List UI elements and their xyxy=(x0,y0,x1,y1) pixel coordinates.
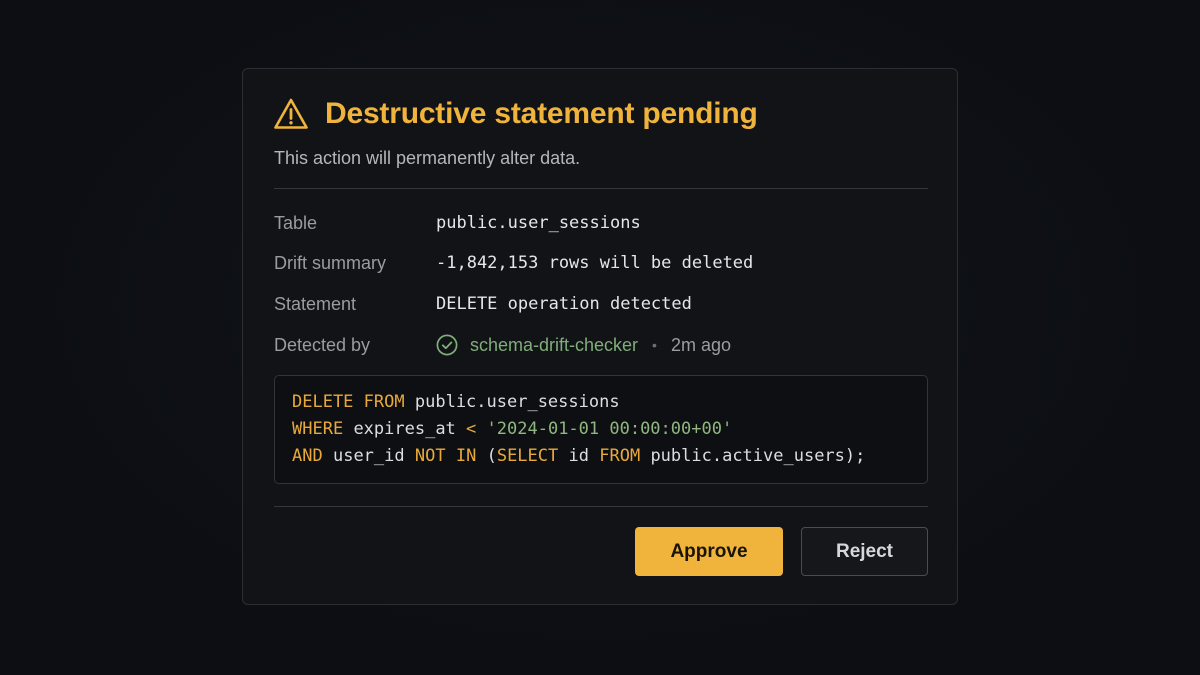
detail-value-drift-summary: -1,842,153 rows will be deleted xyxy=(436,253,754,273)
sql-keyword: WHERE xyxy=(292,419,344,439)
sql-line-2: WHERE expires_at < '2024-01-01 00:00:00+… xyxy=(292,416,910,443)
detail-label: Table xyxy=(274,212,318,233)
sql-keyword: NOT xyxy=(414,446,446,466)
sql-keyword: IN xyxy=(455,446,477,466)
sql-identifier: user_id xyxy=(332,446,405,466)
sql-identifier: public.user_sessions xyxy=(414,392,620,412)
sql-keyword: SELECT xyxy=(496,446,559,466)
dialog-subtitle: This action will permanently alter data. xyxy=(274,148,581,168)
check-circle-icon xyxy=(436,334,458,356)
detail-value-statement: DELETE operation detected xyxy=(436,294,692,314)
detail-row-statement: Statement DELETE operation detected xyxy=(274,292,692,316)
sql-line-3: AND user_id NOT IN (SELECT id FROM publi… xyxy=(292,443,910,470)
checker-name: schema-drift-checker xyxy=(470,334,639,355)
warning-triangle-icon xyxy=(274,98,308,129)
dialog-header: Destructive statement pending xyxy=(273,97,758,131)
sql-code-block: DELETE FROM public.user_sessions WHERE ex… xyxy=(274,375,928,484)
detail-row-drift-summary: Drift summary -1,842,153 rows will be de… xyxy=(274,251,753,275)
sql-operator: < xyxy=(466,419,477,439)
detail-value-table: public.user_sessions xyxy=(436,213,641,233)
header-divider xyxy=(274,188,928,189)
sql-paren: ( xyxy=(486,446,497,466)
destructive-statement-dialog: Destructive statement pending This actio… xyxy=(242,68,958,605)
footer-divider xyxy=(274,506,928,507)
detected-time-ago: 2m ago xyxy=(670,334,731,355)
dialog-title: Destructive statement pending xyxy=(325,97,758,130)
backdrop: Destructive statement pending This actio… xyxy=(0,0,1200,675)
detected-by-value: schema-drift-checker • 2m ago xyxy=(436,334,731,356)
sql-keyword: DELETE xyxy=(292,392,354,412)
sql-line-1: DELETE FROM public.user_sessions xyxy=(292,389,910,416)
sql-identifier: public.active_users); xyxy=(650,446,866,466)
detail-row-table: Table public.user_sessions xyxy=(274,211,641,235)
sql-identifier: expires_at xyxy=(353,419,456,439)
detail-label: Drift summary xyxy=(274,252,386,273)
sql-string-literal: '2024-01-01 00:00:00+00' xyxy=(486,419,733,439)
detail-label: Statement xyxy=(274,293,357,314)
sql-keyword: AND xyxy=(292,446,323,466)
detail-row-detected-by: Detected by schema-drift-checker • 2m ag… xyxy=(274,333,731,357)
sql-keyword: FROM xyxy=(363,392,405,412)
detail-label: Detected by xyxy=(274,334,371,355)
reject-button[interactable]: Reject xyxy=(801,527,928,576)
separator-dot: • xyxy=(652,337,657,353)
sql-keyword: FROM xyxy=(599,446,641,466)
sql-identifier: id xyxy=(568,446,589,466)
approve-button[interactable]: Approve xyxy=(635,527,783,576)
